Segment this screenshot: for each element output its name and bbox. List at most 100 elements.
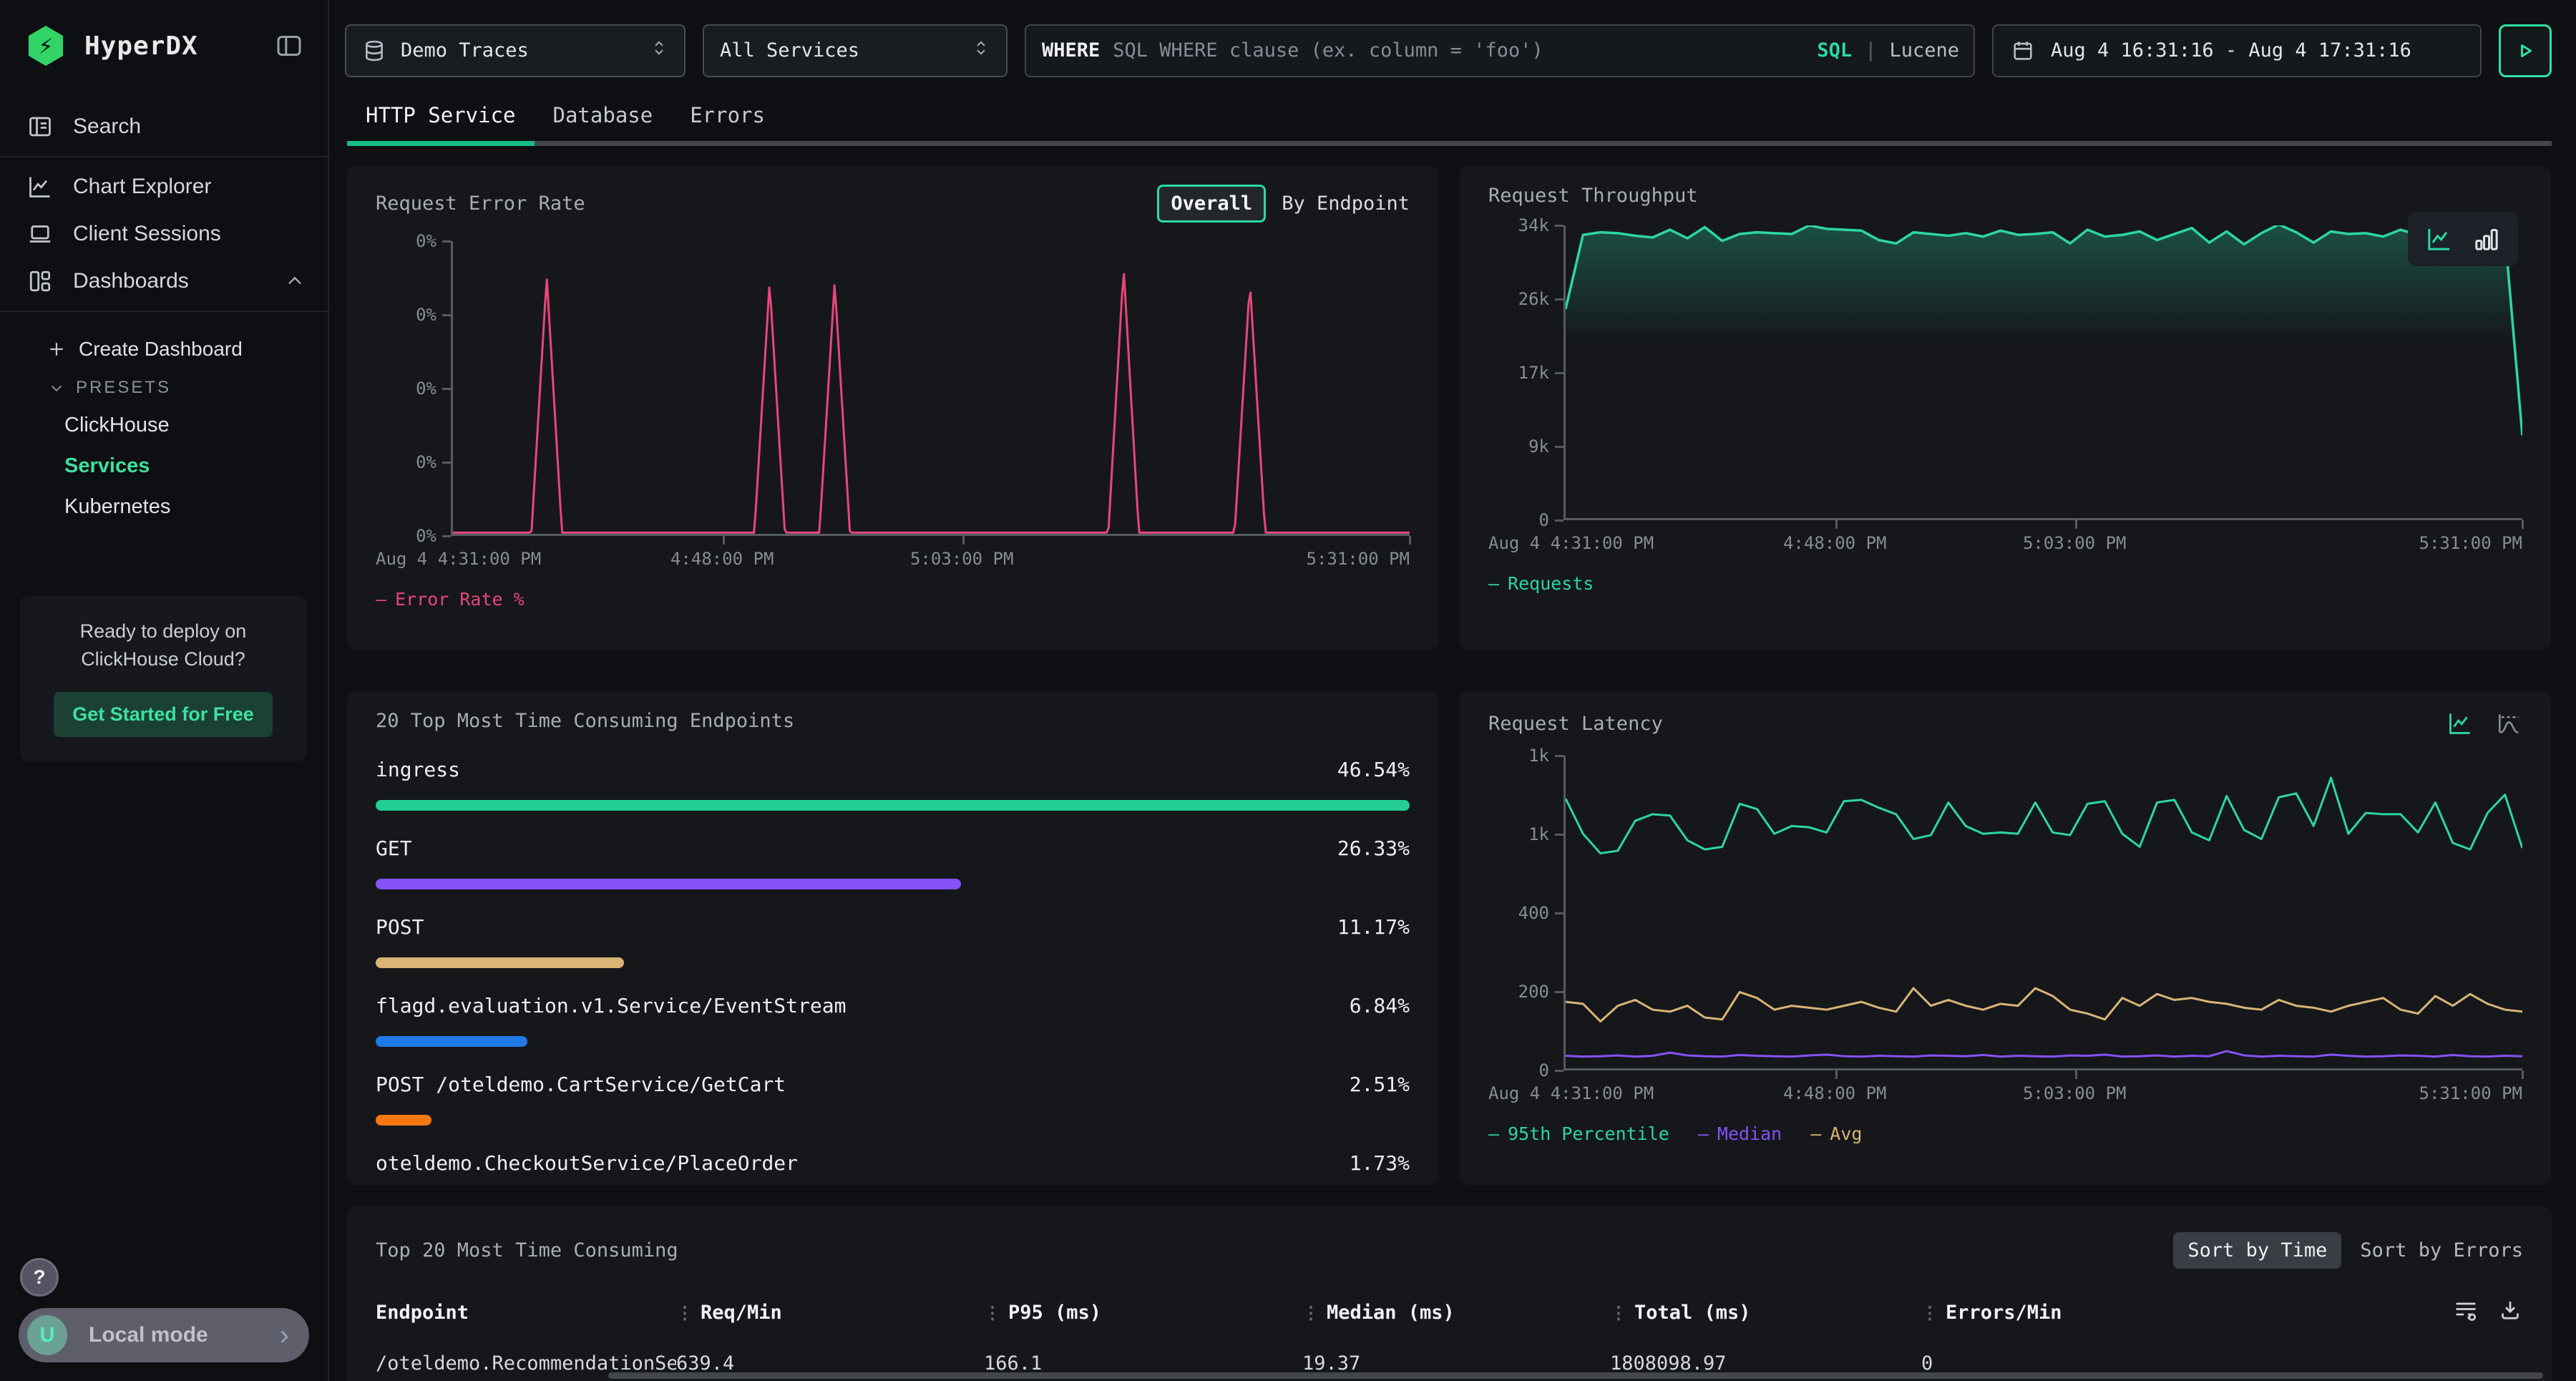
lucene-mode-toggle[interactable]: Lucene [1889,39,1959,62]
sidebar-preset-clickhouse[interactable]: ClickHouse [0,405,328,446]
chart-legend: —95th Percentile —Median —Avg [1488,1123,2522,1144]
col-p95[interactable]: ⋮P95 (ms) [984,1302,1302,1324]
sidebar-item-dashboards[interactable]: Dashboards [0,258,328,305]
endpoint-bar [376,800,1410,811]
y-tick-label: 0% [416,379,451,399]
x-tick-mark [2075,1070,2077,1079]
x-axis-labels: Aug 4 4:31:00 PM4:48:00 PM5:03:00 PM5:31… [1488,529,2522,562]
local-mode-button[interactable]: U Local mode › [19,1308,309,1362]
source-select-value: Demo Traces [401,39,529,62]
sort-by-errors-button[interactable]: Sort by Errors [2360,1239,2523,1262]
line-chart-toggle-icon[interactable] [2446,710,2474,737]
panel-title: Request Error Rate [376,192,585,215]
endpoint-bar [376,879,961,889]
database-icon [362,39,386,63]
x-tick-mark [962,536,965,545]
endpoint-label: POST /oteldemo.CartService/GetCart [376,1073,786,1096]
cell-p95: 166.1 [984,1352,1302,1375]
table-title: Top 20 Most Time Consuming [376,1239,678,1262]
endpoint-item[interactable]: POST11.17% [376,915,1410,968]
presets-toggle[interactable]: PRESETS [0,368,328,405]
sidebar-preset-services[interactable]: Services [0,446,328,487]
chart-legend: —Error Rate % [376,589,1410,610]
source-select[interactable]: Demo Traces [345,24,686,77]
endpoint-percent: 46.54% [1337,758,1410,781]
col-median[interactable]: ⋮Median (ms) [1302,1302,1610,1324]
x-tick-mark [1409,536,1411,545]
endpoint-label: oteldemo.CheckoutService/PlaceOrder [376,1151,798,1175]
histogram-toggle-icon[interactable] [2495,710,2522,737]
x-tick-label: 4:48:00 PM [1783,533,1887,553]
chevron-down-icon [47,379,66,397]
y-tick-label: 17k [1518,363,1563,383]
date-range-value: Aug 4 16:31:16 - Aug 4 17:31:16 [2051,39,2411,62]
sidebar-item-label: Client Sessions [73,222,221,246]
service-select-value: All Services [720,39,859,62]
line-chart-toggle-icon[interactable] [2425,225,2454,253]
cell-errors-min: 0 [1921,1352,2523,1375]
help-button[interactable]: ? [20,1258,59,1297]
endpoint-item[interactable]: POST /oteldemo.CartService/GetCart2.51% [376,1073,1410,1126]
x-tick-label: 5:31:00 PM [1307,549,1410,569]
bar-chart-toggle-icon[interactable] [2472,225,2501,253]
logo-row: ⚡ HyperDX [0,0,328,87]
hyperdx-logo-icon: ⚡ [26,26,66,66]
table-row[interactable]: /oteldemo.RecommendationServ 639.4 166.1… [376,1352,2523,1375]
service-select[interactable]: All Services [703,24,1008,77]
download-icon[interactable] [2497,1297,2523,1328]
tab-database[interactable]: Database [535,84,672,146]
tab-http-service[interactable]: HTTP Service [347,84,535,146]
where-search-box: WHERE SQL | Lucene [1025,24,1975,77]
cloud-card-text: Ready to deploy on ClickHouse Cloud? [37,618,289,673]
sql-mode-toggle[interactable]: SQL [1817,39,1852,62]
table-header-row: Endpoint ⋮Req/Min ⋮P95 (ms) ⋮Median (ms)… [376,1297,2523,1328]
date-range-picker[interactable]: Aug 4 16:31:16 - Aug 4 17:31:16 [1992,24,2482,77]
horizontal-scrollbar[interactable] [608,1372,2543,1379]
chart-legend: —Requests [1488,573,2522,594]
sidebar-item-search[interactable]: Search [0,103,328,150]
sort-by-time-button[interactable]: Sort by Time [2173,1232,2341,1269]
sidebar-item-label: Chart Explorer [73,175,211,199]
y-tick-label: 1k [1528,746,1563,766]
by-endpoint-toggle-button[interactable]: By Endpoint [1282,192,1410,215]
endpoint-item[interactable]: ingress46.54% [376,758,1410,811]
y-tick-label: 0 [1539,1060,1563,1080]
drag-dots-icon: ⋮ [984,1303,1001,1323]
y-tick-label: 26k [1518,289,1563,309]
overall-toggle-button[interactable]: Overall [1157,185,1266,223]
panel-request-throughput: Request Throughput 34k26k17k9k0 [1460,166,2551,650]
line-chart-icon [27,174,53,200]
panel-top20-table: Top 20 Most Time Consuming Sort by Time … [347,1206,2552,1381]
sidebar-collapse-icon[interactable] [275,31,303,60]
panel-title: Request Latency [1488,713,1663,735]
sidebar-item-chart-explorer[interactable]: Chart Explorer [0,163,328,210]
sidebar-preset-kubernetes[interactable]: Kubernetes [0,487,328,527]
y-axis-labels: 1k1k4002000 [1488,756,1563,1070]
drag-dots-icon: ⋮ [1610,1303,1627,1323]
col-req-min[interactable]: ⋮Req/Min [676,1302,984,1324]
endpoint-percent: 6.84% [1350,994,1410,1018]
run-query-button[interactable] [2499,24,2552,77]
y-axis-labels: 34k26k17k9k0 [1488,225,1563,520]
search-input[interactable] [1113,39,1804,62]
error-rate-chart: 0%0%0%0%0% [376,241,1410,536]
col-total[interactable]: ⋮Total (ms) [1610,1302,1921,1324]
endpoint-item[interactable]: flagd.evaluation.v1.Service/EventStream6… [376,994,1410,1047]
sidebar-item-client-sessions[interactable]: Client Sessions [0,210,328,258]
endpoint-percent: 26.33% [1337,836,1410,860]
create-dashboard-button[interactable]: Create Dashboard [0,331,328,368]
endpoint-item[interactable]: GET26.33% [376,836,1410,889]
chevron-up-icon[interactable] [283,270,306,293]
x-tick-label: Aug 4 4:31:00 PM [1488,1083,1654,1103]
search-nav-icon [27,114,53,140]
endpoint-item[interactable]: oteldemo.CheckoutService/PlaceOrder1.73% [376,1151,1410,1185]
x-tick-label: 4:48:00 PM [670,549,774,569]
x-tick-label: 5:03:00 PM [2023,1083,2127,1103]
dashboards-grid-icon [27,268,53,294]
cell-req-min: 639.4 [676,1352,984,1375]
col-errors-min[interactable]: ⋮Errors/Min [1921,1297,2523,1328]
get-started-button[interactable]: Get Started for Free [54,692,273,737]
tab-errors[interactable]: Errors [671,84,784,146]
col-endpoint[interactable]: Endpoint [376,1302,676,1324]
wrap-text-icon[interactable] [2453,1297,2479,1328]
